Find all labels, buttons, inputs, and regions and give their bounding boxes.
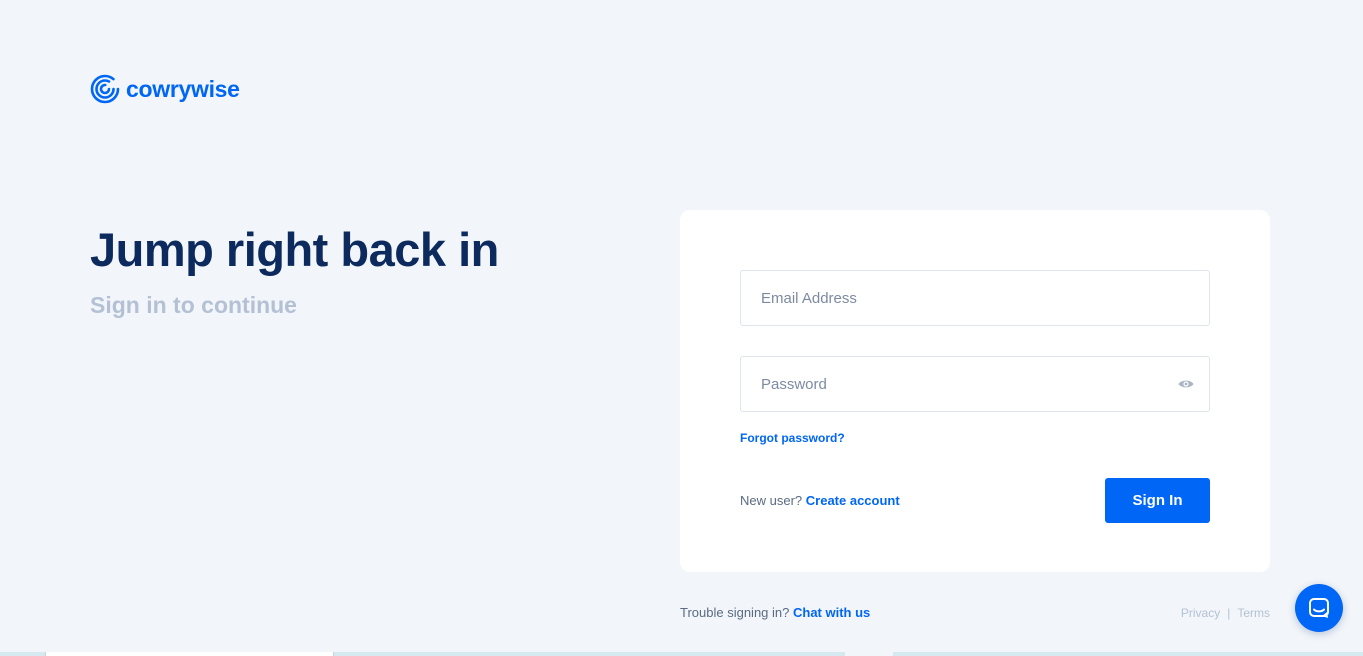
new-user-label: New user? bbox=[740, 493, 803, 508]
chat-launcher-button[interactable] bbox=[1295, 584, 1343, 632]
forgot-password-link[interactable]: Forgot password? bbox=[740, 430, 845, 446]
email-input[interactable] bbox=[741, 271, 1209, 325]
chat-bubble-icon bbox=[1309, 598, 1329, 618]
trouble-row: Trouble signing in? Chat with us bbox=[680, 605, 870, 621]
legal-separator: | bbox=[1227, 606, 1231, 620]
bottom-edge-strip bbox=[0, 652, 1363, 656]
terms-link[interactable]: Terms bbox=[1237, 606, 1270, 620]
bottom-strip-segment bbox=[45, 652, 334, 656]
signin-card: Forgot password? New user? Create accoun… bbox=[680, 210, 1270, 572]
new-user-row: New user? Create account bbox=[740, 493, 900, 509]
eye-icon[interactable] bbox=[1177, 377, 1195, 391]
page-title: Jump right back in bbox=[90, 223, 499, 276]
brand-name: cowrywise bbox=[126, 76, 240, 102]
email-field[interactable] bbox=[740, 270, 1210, 326]
legal-links: Privacy | Terms bbox=[1181, 606, 1270, 620]
create-account-link[interactable]: Create account bbox=[806, 493, 900, 508]
password-field[interactable] bbox=[740, 356, 1210, 412]
bottom-strip-segment bbox=[845, 652, 893, 656]
chat-with-us-link[interactable]: Chat with us bbox=[793, 605, 870, 620]
trouble-label: Trouble signing in? bbox=[680, 605, 790, 620]
brand-logo[interactable]: cowrywise bbox=[90, 74, 240, 104]
sign-in-button[interactable]: Sign In bbox=[1105, 478, 1210, 523]
cowrywise-logo-icon bbox=[90, 74, 120, 104]
password-input[interactable] bbox=[741, 357, 1209, 411]
privacy-link[interactable]: Privacy bbox=[1181, 606, 1220, 620]
page-subtitle: Sign in to continue bbox=[90, 292, 297, 318]
